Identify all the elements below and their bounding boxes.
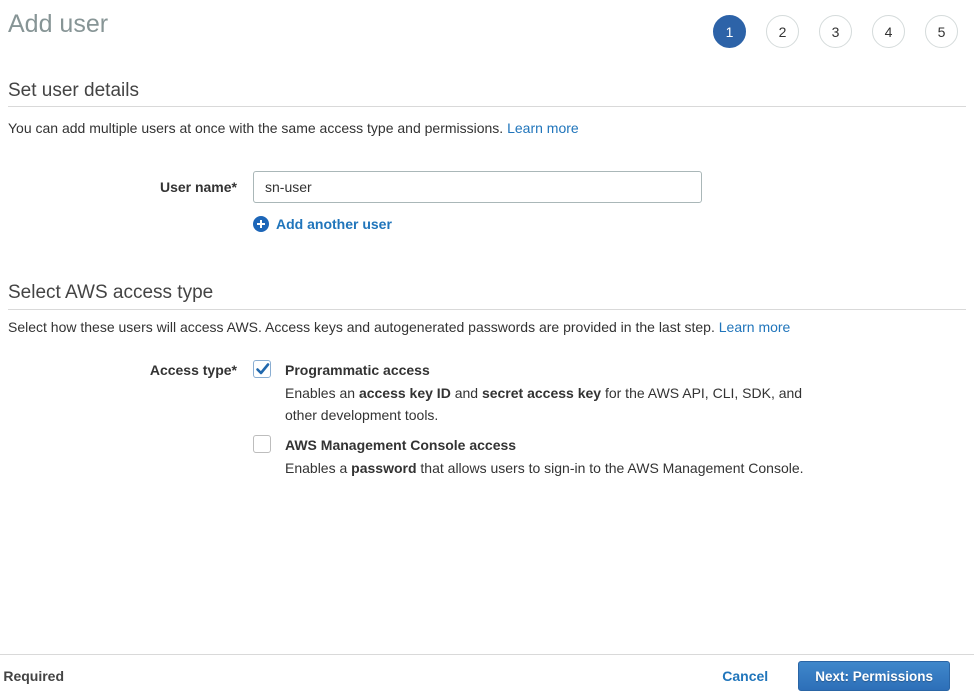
cancel-button[interactable]: Cancel	[722, 668, 768, 684]
add-another-user-label: Add another user	[276, 216, 392, 232]
desc-part: and	[451, 385, 482, 401]
desc-part: that allows users to sign-in to the AWS …	[417, 460, 804, 476]
add-another-user-button[interactable]: Add another user	[253, 216, 392, 232]
user-details-description-text: You can add multiple users at once with …	[8, 120, 507, 136]
step-2: 2	[766, 15, 799, 48]
user-name-input[interactable]	[253, 171, 702, 203]
learn-more-link-access-type[interactable]: Learn more	[719, 319, 791, 335]
desc-part-bold: password	[351, 460, 416, 476]
desc-part: Enables an	[285, 385, 359, 401]
programmatic-access-checkbox[interactable]	[253, 360, 271, 378]
programmatic-access-title: Programmatic access	[285, 362, 430, 378]
required-note: * Required	[0, 668, 64, 684]
footer-actions: Cancel Next: Permissions	[722, 661, 950, 691]
step-4: 4	[872, 15, 905, 48]
footer: * Required Cancel Next: Permissions	[0, 655, 974, 697]
step-1: 1	[713, 15, 746, 48]
learn-more-link-user-details[interactable]: Learn more	[507, 120, 579, 136]
plus-icon	[253, 216, 269, 232]
step-3: 3	[819, 15, 852, 48]
divider	[8, 309, 966, 310]
user-details-description: You can add multiple users at once with …	[8, 119, 579, 137]
divider	[8, 106, 966, 107]
step-5: 5	[925, 15, 958, 48]
console-access-description: Enables a password that allows users to …	[285, 458, 810, 480]
access-type-description: Select how these users will access AWS. …	[8, 318, 790, 336]
step-indicator: 1 2 3 4 5	[713, 15, 958, 48]
user-name-label: User name*	[8, 179, 237, 195]
section-heading-user-details: Set user details	[8, 80, 139, 102]
next-permissions-button[interactable]: Next: Permissions	[798, 661, 950, 691]
page-title: Add user	[8, 10, 108, 39]
desc-part-bold: secret access key	[482, 385, 601, 401]
console-access-title: AWS Management Console access	[285, 437, 516, 453]
desc-part-bold: access key ID	[359, 385, 451, 401]
desc-part: Enables a	[285, 460, 351, 476]
console-access-checkbox[interactable]	[253, 435, 271, 453]
checkmark-icon	[255, 361, 271, 377]
section-heading-access-type: Select AWS access type	[8, 282, 213, 304]
programmatic-access-description: Enables an access key ID and secret acce…	[285, 383, 810, 426]
access-type-description-text: Select how these users will access AWS. …	[8, 319, 719, 335]
access-type-label: Access type*	[8, 362, 237, 378]
